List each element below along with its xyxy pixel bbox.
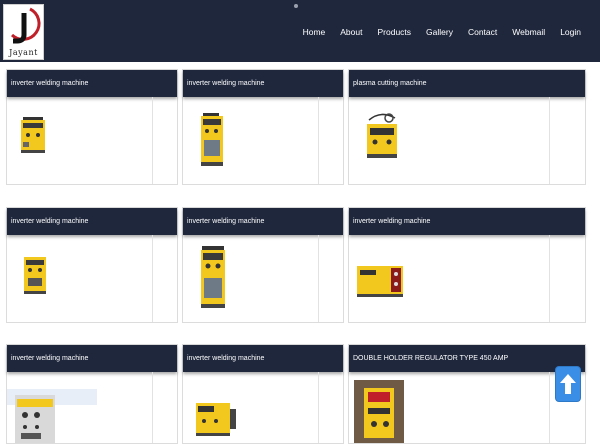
product-title: inverter welding machine — [7, 345, 177, 372]
brand-logo[interactable]: Jayant — [3, 4, 44, 60]
product-card[interactable]: inverter welding machine — [6, 207, 178, 323]
product-card[interactable]: inverter welding machine — [348, 207, 586, 323]
product-image[interactable] — [355, 260, 405, 300]
nav-gallery[interactable]: Gallery — [426, 27, 453, 37]
nav-contact[interactable]: Contact — [468, 27, 497, 37]
product-card[interactable]: DOUBLE HOLDER REGULATOR TYPE 450 AMP — [348, 344, 586, 444]
card-divider — [549, 97, 550, 184]
logo-text: Jayant — [9, 48, 38, 57]
main-nav: Home About Products Gallery Contact Webm… — [288, 27, 581, 37]
card-divider — [318, 372, 319, 443]
nav-webmail[interactable]: Webmail — [512, 27, 545, 37]
product-image[interactable] — [197, 112, 227, 170]
card-divider — [152, 235, 153, 322]
product-title: DOUBLE HOLDER REGULATOR TYPE 450 AMP — [349, 345, 585, 372]
product-card[interactable]: inverter welding machine — [182, 344, 344, 444]
product-image[interactable] — [197, 244, 229, 312]
arrow-up-icon — [560, 374, 576, 394]
product-title: inverter welding machine — [7, 208, 177, 235]
product-image[interactable] — [359, 110, 405, 166]
product-card[interactable]: plasma cutting machine — [348, 69, 586, 185]
card-divider — [549, 372, 550, 443]
scroll-to-top-button[interactable] — [555, 366, 581, 402]
logo-mark-icon — [10, 7, 41, 44]
product-card[interactable]: inverter welding machine — [6, 344, 178, 444]
carousel-indicator — [294, 4, 298, 8]
product-title: inverter welding machine — [7, 70, 177, 97]
nav-about[interactable]: About — [340, 27, 362, 37]
product-image[interactable] — [20, 254, 50, 298]
product-image[interactable] — [354, 380, 404, 443]
nav-login[interactable]: Login — [560, 27, 581, 37]
product-card[interactable]: inverter welding machine — [182, 69, 344, 185]
product-title: inverter welding machine — [349, 208, 585, 235]
product-card[interactable]: inverter welding machine — [182, 207, 344, 323]
product-title: inverter welding machine — [183, 70, 343, 97]
card-divider — [549, 235, 550, 322]
product-image[interactable] — [192, 399, 238, 439]
product-image[interactable] — [7, 387, 107, 443]
product-title: plasma cutting machine — [349, 70, 585, 97]
card-divider — [318, 235, 319, 322]
card-divider — [152, 372, 153, 443]
product-title: inverter welding machine — [183, 345, 343, 372]
card-divider — [152, 97, 153, 184]
product-image[interactable] — [18, 115, 48, 157]
card-divider — [318, 97, 319, 184]
product-card[interactable]: inverter welding machine — [6, 69, 178, 185]
top-navbar: Jayant Home About Products Gallery Conta… — [0, 0, 600, 62]
nav-products[interactable]: Products — [377, 27, 411, 37]
nav-home[interactable]: Home — [303, 27, 326, 37]
product-title: inverter welding machine — [183, 208, 343, 235]
